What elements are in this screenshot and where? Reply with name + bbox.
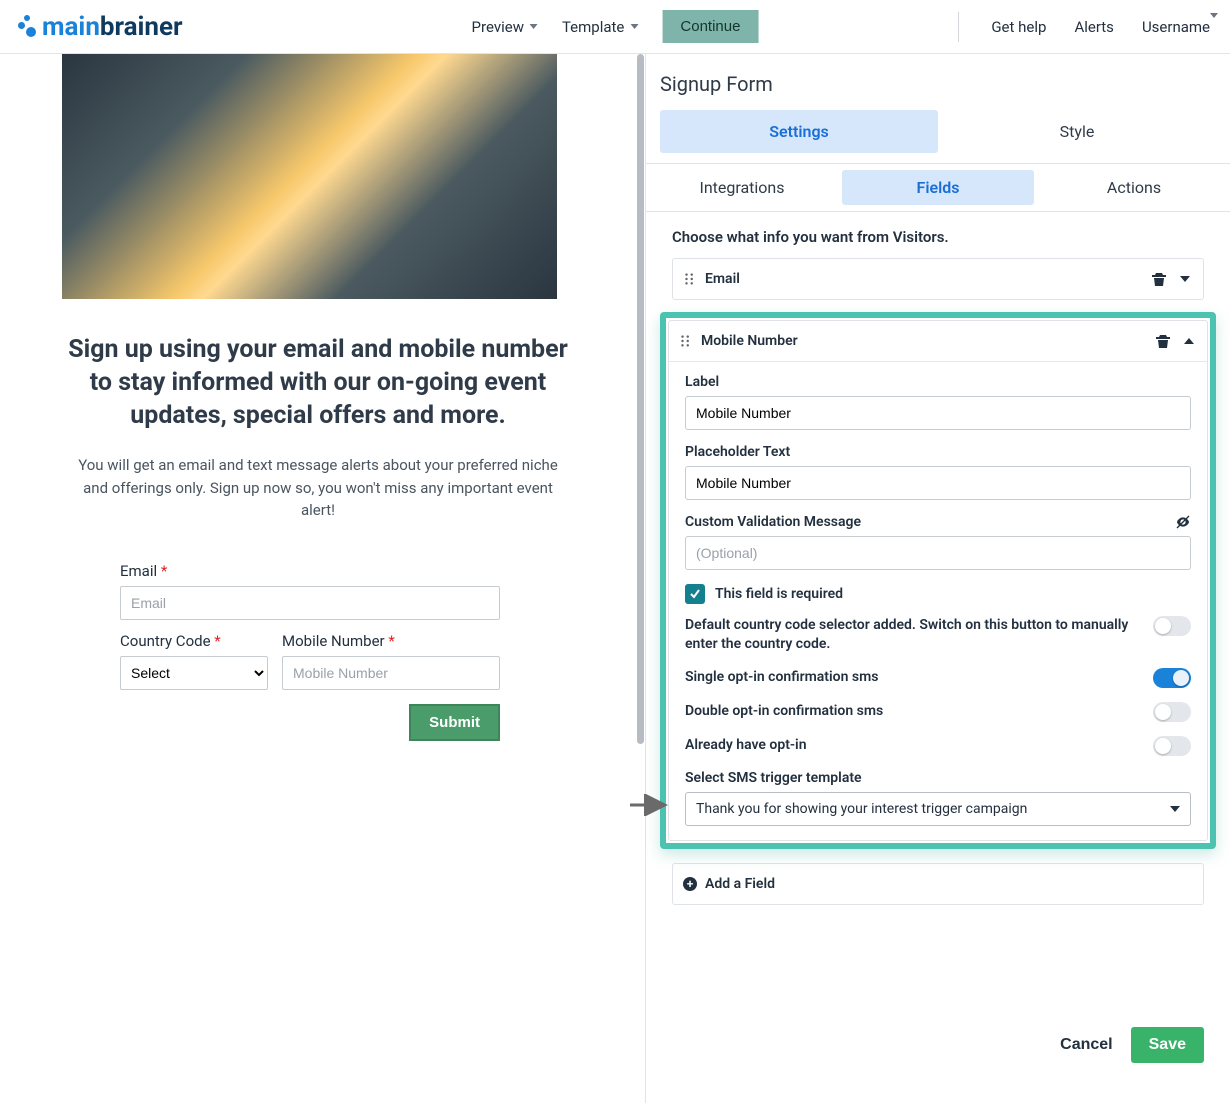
checkbox-icon [685,584,705,604]
template-dropdown[interactable]: Template [562,18,638,36]
tabs-primary: Settings Style [646,110,1230,153]
tab-fields[interactable]: Fields [842,170,1034,205]
hero-image [62,54,557,299]
drag-icon[interactable] [683,272,697,286]
email-input[interactable] [120,586,500,620]
chevron-down-icon [630,24,638,29]
drag-icon[interactable] [679,334,693,348]
panel-title: Signup Form [646,54,1230,110]
preview-dropdown[interactable]: Preview [472,18,538,36]
eye-off-icon[interactable] [1175,514,1191,530]
country-code-select[interactable]: Select [120,656,268,690]
tab-actions[interactable]: Actions [1038,164,1230,211]
label-input[interactable] [685,396,1191,430]
center-menu: Preview Template Continue [472,10,759,43]
field-card-mobile-highlight: Mobile Number Label Placeholder Text Cus… [660,312,1216,849]
field-title-mobile: Mobile Number [701,333,798,349]
trash-icon[interactable] [1151,271,1167,287]
double-optin-label: Double opt-in confirmation sms [685,702,1143,721]
get-help-link[interactable]: Get help [991,18,1046,36]
chevron-down-icon [1210,13,1218,36]
cancel-button[interactable]: Cancel [1060,1036,1112,1054]
field-card-mobile: Mobile Number Label Placeholder Text Cus… [668,320,1208,841]
sms-trigger-value: Thank you for showing your interest trig… [696,801,1027,817]
submit-button[interactable]: Submit [409,704,500,741]
placeholder-caption: Placeholder Text [685,444,1191,460]
email-label: Email * [120,562,500,580]
save-button[interactable]: Save [1131,1027,1204,1063]
field-card-email: Email [672,258,1204,300]
signup-form: Email * Country Code * Select Mobile Num… [120,562,500,690]
logo-brainer: brainer [100,12,183,42]
required-checkbox-row[interactable]: This field is required [685,584,1191,604]
preview-label: Preview [472,18,524,36]
scrollbar[interactable] [636,54,645,1103]
right-menu: Get help Alerts Username [958,12,1218,42]
default-cc-row: Default country code selector added. Swi… [685,616,1191,654]
alerts-link[interactable]: Alerts [1074,18,1114,36]
logo-main: main [42,12,100,42]
field-body-mobile: Label Placeholder Text Custom Validation… [669,361,1207,840]
field-head-email[interactable]: Email [673,259,1203,299]
add-field-label: Add a Field [705,876,775,892]
username-label: Username [1142,18,1210,36]
country-code-label: Country Code * [120,632,268,650]
default-cc-toggle[interactable] [1153,616,1191,636]
plus-icon: + [683,877,697,891]
arrow-annotation-icon [628,794,670,816]
label-caption: Label [685,374,1191,390]
chevron-down-icon [530,24,538,29]
content: Sign up using your email and mobile numb… [0,54,1230,1103]
chevron-up-icon[interactable] [1181,333,1197,349]
double-optin-row: Double opt-in confirmation sms [685,702,1191,722]
divider [958,12,959,42]
required-label: This field is required [715,586,843,602]
single-optin-row: Single opt-in confirmation sms [685,668,1191,688]
section-hint: Choose what info you want from Visitors. [646,212,1230,258]
already-optin-row: Already have opt-in [685,736,1191,756]
validation-input[interactable] [685,536,1191,570]
tabs-secondary: Integrations Fields Actions [646,163,1230,212]
tab-settings[interactable]: Settings [660,110,938,153]
single-optin-toggle[interactable] [1153,668,1191,688]
headline: Sign up using your email and mobile numb… [62,333,574,432]
footer-actions: Cancel Save [646,1001,1230,1103]
chevron-down-icon [1170,806,1180,812]
scrollbar-thumb[interactable] [637,54,644,744]
topbar: mainbrainer Preview Template Continue Ge… [0,0,1230,54]
settings-pane: Signup Form Settings Style Integrations … [645,54,1230,1103]
field-head-mobile[interactable]: Mobile Number [669,321,1207,361]
already-optin-toggle[interactable] [1153,736,1191,756]
tab-integrations[interactable]: Integrations [646,164,838,211]
mobile-number-input[interactable] [282,656,500,690]
default-cc-label: Default country code selector added. Swi… [685,616,1143,654]
username-dropdown[interactable]: Username [1142,18,1218,36]
sms-trigger-select[interactable]: Thank you for showing your interest trig… [685,792,1191,826]
chevron-down-icon[interactable] [1177,271,1193,287]
template-label: Template [562,18,624,36]
mobile-number-label: Mobile Number * [282,632,500,650]
trash-icon[interactable] [1155,333,1171,349]
tab-style[interactable]: Style [938,110,1216,153]
double-optin-toggle[interactable] [1153,702,1191,722]
field-title-email: Email [705,271,740,287]
already-optin-label: Already have opt-in [685,736,1143,755]
continue-button[interactable]: Continue [662,10,758,43]
logo[interactable]: mainbrainer [12,12,183,42]
placeholder-input[interactable] [685,466,1191,500]
trigger-caption: Select SMS trigger template [685,770,1191,786]
validation-caption: Custom Validation Message [685,514,1191,530]
logo-dots-icon [12,13,40,41]
single-optin-label: Single opt-in confirmation sms [685,668,1143,687]
form-preview-pane: Sign up using your email and mobile numb… [0,54,636,1103]
subline: You will get an email and text message a… [62,454,574,522]
add-field-button[interactable]: + Add a Field [672,863,1204,905]
